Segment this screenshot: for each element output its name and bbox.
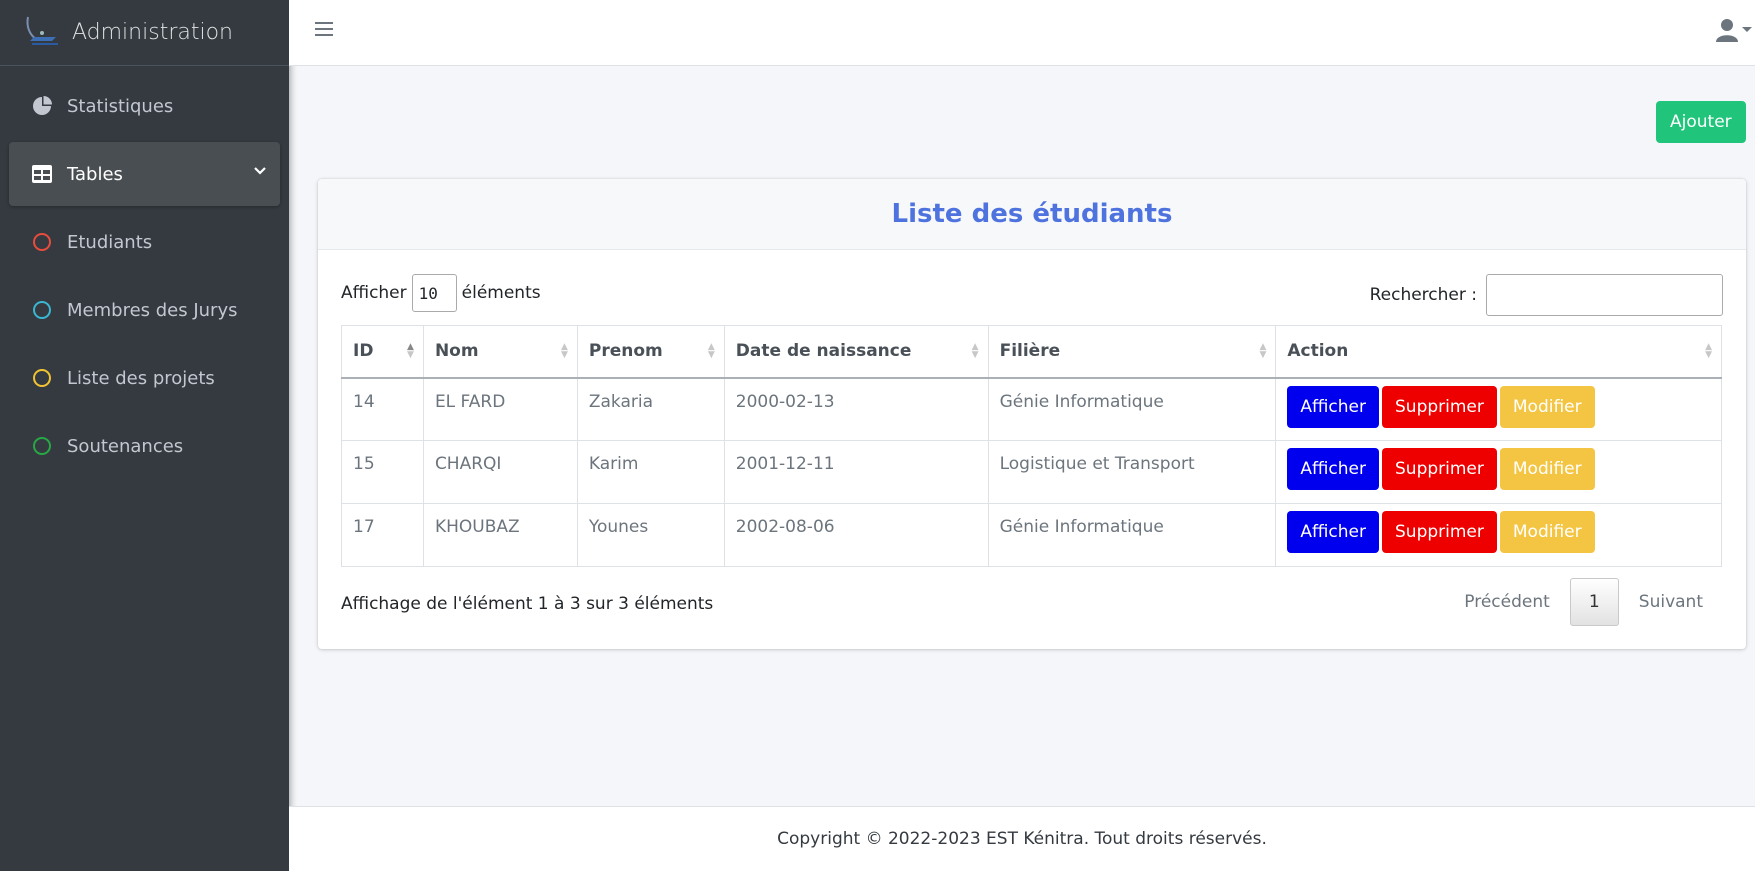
card-header: Liste des étudiants xyxy=(318,179,1746,250)
circle-icon xyxy=(31,435,53,457)
edit-button[interactable]: Modifier xyxy=(1499,385,1595,428)
column-header-prenom[interactable]: Prenom ▲ ▼ xyxy=(576,325,725,379)
column-header-filiere[interactable]: Filière ▲ ▼ xyxy=(987,325,1277,379)
delete-button[interactable]: Supprimer xyxy=(1382,511,1497,553)
length-prefix: Afficher xyxy=(341,283,407,303)
circle-icon xyxy=(31,299,53,321)
pagination: Précédent 1 Suivant xyxy=(1444,578,1723,626)
footer: Copyright © 2022-2023 EST Kénitra. Tout … xyxy=(289,806,1755,871)
delete-button[interactable]: Supprimer xyxy=(1382,385,1497,428)
sort-icon: ▲ ▼ xyxy=(560,342,568,360)
previous-page-button[interactable]: Précédent xyxy=(1444,592,1570,612)
sort-icon: ▲ ▼ xyxy=(407,342,414,360)
chevron-down-icon[interactable] xyxy=(254,160,266,181)
table-icon xyxy=(31,163,53,185)
cell-prenom: Karim xyxy=(576,440,725,504)
circle-icon xyxy=(31,367,53,389)
sidebar-item-etudiants[interactable]: Etudiants xyxy=(9,210,280,274)
cell-actions: Afficher Supprimer Modifier xyxy=(1275,440,1722,504)
sort-icon: ▲ ▼ xyxy=(1705,342,1712,360)
table-row: 17 KHOUBAZ Younes 2002-08-06 Génie Infor… xyxy=(341,503,1722,567)
page-title: Liste des étudiants xyxy=(891,199,1173,229)
page-button-current[interactable]: 1 xyxy=(1569,578,1619,626)
sidebar-item-label: Liste des projets xyxy=(67,367,215,389)
sidebar-item-label: Etudiants xyxy=(67,231,153,253)
delete-button[interactable]: Supprimer xyxy=(1382,448,1497,490)
search-control: Rechercher : xyxy=(1370,274,1723,316)
pie-chart-icon xyxy=(31,95,53,117)
column-header-date[interactable]: Date de naissance ▲ ▼ xyxy=(723,325,989,379)
column-header-action[interactable]: Action ▲ ▼ xyxy=(1275,325,1722,379)
sort-icon: ▲ ▼ xyxy=(971,342,979,360)
sidebar-item-soutenances[interactable]: Soutenances xyxy=(9,414,280,478)
cell-nom: CHARQI xyxy=(422,440,578,504)
next-page-button[interactable]: Suivant xyxy=(1619,592,1723,612)
table-row: 15 CHARQI Karim 2001-12-11 Logistique et… xyxy=(341,440,1722,504)
table-info: Affichage de l'élément 1 à 3 sur 3 éléme… xyxy=(341,594,714,614)
sidebar-item-label: Membres des Jurys xyxy=(67,299,238,321)
user-icon xyxy=(1716,19,1738,42)
sidebar-item-liste-des-projets[interactable]: Liste des projets xyxy=(9,346,280,410)
cell-filiere: Génie Informatique xyxy=(987,503,1277,567)
table-header-row: ID ▲ ▼ Nom ▲ ▼ Prenom ▲ ▼ Date de naissance ▲ ▼ … xyxy=(341,325,1722,379)
sidebar: Administration Statistiques Tables Etudi… xyxy=(0,0,289,871)
sidebar-item-label: Statistiques xyxy=(67,95,174,117)
length-suffix: éléments xyxy=(461,283,541,303)
table-row: 14 EL FARD Zakaria 2000-02-13 Génie Info… xyxy=(341,377,1722,441)
search-input[interactable] xyxy=(1486,274,1723,316)
search-label: Rechercher : xyxy=(1369,285,1477,305)
students-table: ID ▲ ▼ Nom ▲ ▼ Prenom ▲ ▼ Date de naissance ▲ ▼ … xyxy=(341,325,1722,567)
user-menu[interactable] xyxy=(1716,18,1753,42)
brand-logo xyxy=(26,16,58,45)
column-header-id[interactable]: ID ▲ ▼ xyxy=(341,325,424,379)
cell-actions: Afficher Supprimer Modifier xyxy=(1275,377,1722,441)
add-button[interactable]: Ajouter xyxy=(1656,101,1746,143)
brand[interactable]: Administration xyxy=(0,0,289,66)
cell-prenom: Younes xyxy=(576,503,725,567)
hamburger-icon[interactable] xyxy=(315,22,333,40)
caret-down-icon xyxy=(1742,27,1752,32)
show-button[interactable]: Afficher xyxy=(1287,385,1379,428)
page-length-select[interactable]: 10 xyxy=(411,274,457,312)
edit-button[interactable]: Modifier xyxy=(1499,511,1595,553)
cell-id: 15 xyxy=(341,440,424,504)
sidebar-nav: Statistiques Tables Etudiants Membres de… xyxy=(0,66,289,478)
sidebar-item-tables[interactable]: Tables xyxy=(9,142,280,206)
show-button[interactable]: Afficher xyxy=(1287,448,1379,490)
cell-date: 2002-08-06 xyxy=(723,503,989,567)
top-navbar xyxy=(289,0,1755,66)
cell-nom: EL FARD xyxy=(422,377,578,441)
copyright-text: Copyright © 2022-2023 EST Kénitra. Tout … xyxy=(777,829,1267,849)
cell-filiere: Logistique et Transport xyxy=(987,440,1277,504)
cell-actions: Afficher Supprimer Modifier xyxy=(1275,503,1722,567)
sidebar-item-label: Soutenances xyxy=(67,435,184,457)
sort-icon: ▲ ▼ xyxy=(1259,342,1267,360)
students-card: Liste des étudiants Afficher 10 éléments… xyxy=(318,179,1746,649)
cell-id: 14 xyxy=(341,377,424,441)
sidebar-item-membres-des-jurys[interactable]: Membres des Jurys xyxy=(9,278,280,342)
cell-date: 2001-12-11 xyxy=(723,440,989,504)
show-button[interactable]: Afficher xyxy=(1287,511,1379,553)
cell-id: 17 xyxy=(341,503,424,567)
cell-filiere: Génie Informatique xyxy=(987,377,1277,441)
length-control: Afficher 10 éléments xyxy=(341,274,541,312)
cell-nom: KHOUBAZ xyxy=(422,503,578,567)
edit-button[interactable]: Modifier xyxy=(1499,448,1595,490)
sort-icon: ▲ ▼ xyxy=(707,342,715,360)
cell-date: 2000-02-13 xyxy=(723,377,989,441)
cell-prenom: Zakaria xyxy=(576,377,725,441)
sidebar-item-statistiques[interactable]: Statistiques xyxy=(9,74,280,138)
column-header-nom[interactable]: Nom ▲ ▼ xyxy=(422,325,578,379)
sidebar-item-label: Tables xyxy=(67,163,123,185)
brand-title: Administration xyxy=(72,20,233,45)
circle-icon xyxy=(31,231,53,253)
